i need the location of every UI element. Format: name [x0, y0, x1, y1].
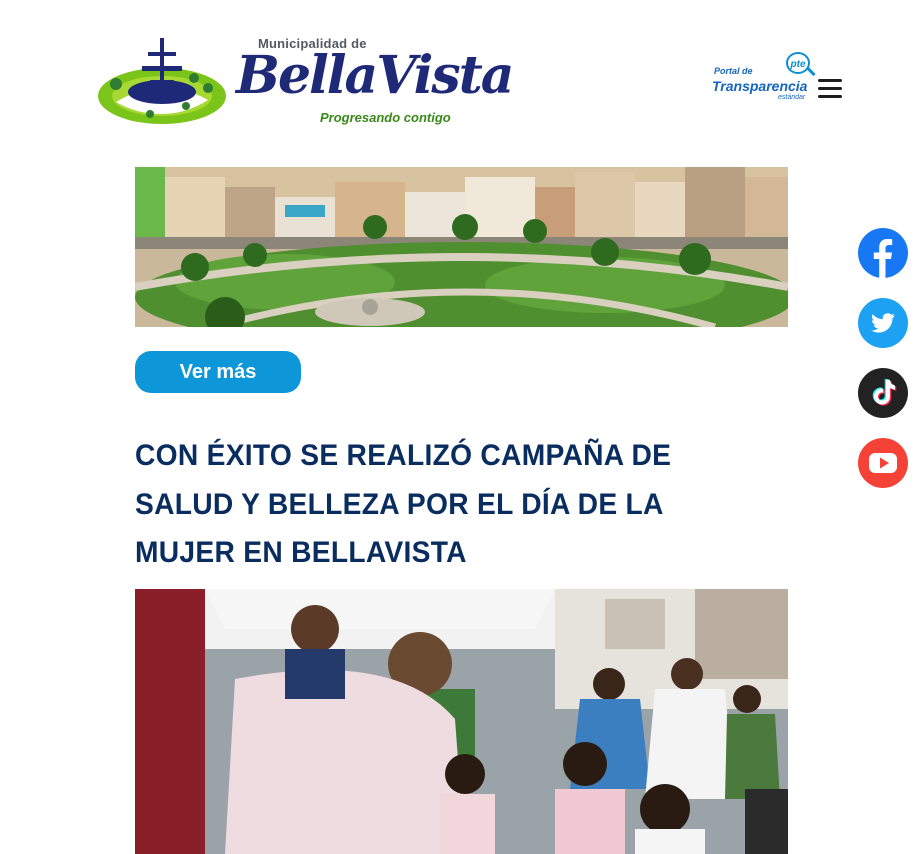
- facebook-link[interactable]: [858, 228, 908, 278]
- magnifier-icon: pte: [786, 52, 810, 74]
- twitter-icon: [858, 298, 908, 348]
- transparency-line3: estándar: [778, 94, 806, 101]
- twitter-link[interactable]: [858, 298, 908, 348]
- news-title[interactable]: CON ÉXITO SE REALIZÓ CAMPAÑA DE SALUD Y …: [135, 432, 746, 578]
- tiktok-icon: [858, 368, 908, 418]
- transparency-line2: Transparencia: [712, 78, 808, 94]
- see-more-button[interactable]: Ver más: [135, 351, 301, 393]
- logo-wordmark: Municipalidad de BellaVista Progresando …: [236, 34, 514, 130]
- hamburger-icon[interactable]: [818, 79, 842, 99]
- health-campaign-photo: [135, 589, 788, 854]
- hamburger-bar: [818, 79, 842, 82]
- municipality-logo[interactable]: Municipalidad de BellaVista Progresando …: [96, 34, 514, 130]
- youtube-link[interactable]: [858, 438, 908, 488]
- hamburger-bar: [818, 87, 842, 90]
- site-header: Municipalidad de BellaVista Progresando …: [0, 0, 922, 150]
- plaza-aerial-photo: [135, 167, 788, 327]
- hamburger-bar: [818, 95, 842, 98]
- logo-tagline: Progresando contigo: [320, 110, 451, 125]
- youtube-icon: [858, 438, 908, 488]
- transparency-portal-link[interactable]: pte Portal de Transparencia estándar: [712, 52, 816, 104]
- tiktok-link[interactable]: [858, 368, 908, 418]
- transparency-line1: Portal de: [714, 66, 753, 76]
- facebook-icon: [858, 228, 908, 278]
- magnifier-handle: [806, 66, 816, 77]
- fountain-emblem-icon: [98, 38, 226, 124]
- logo-big-text: BellaVista: [236, 45, 514, 106]
